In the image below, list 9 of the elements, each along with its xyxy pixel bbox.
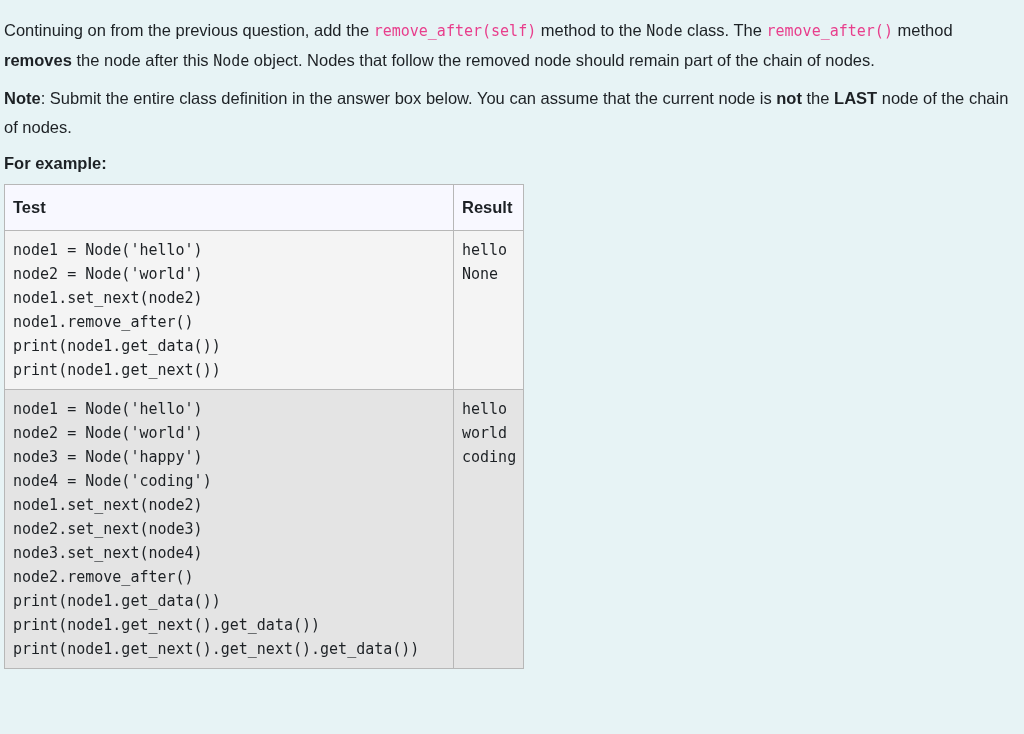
example-heading: For example: — [4, 153, 108, 174]
question-paragraph: Note: Submit the entire class definition in the answer box below. You can assume that the current node is not the LAST node of the chain of nodes. — [4, 88, 1010, 138]
table-cell: hello None — [453, 230, 524, 390]
table-cell: node1 = Node('hello') node2 = Node('world') node1.set_next(node2) node1.remove_after() print(node1.get_data()) print(node1.get_next()) — [4, 230, 454, 390]
column-header: Result — [453, 184, 524, 231]
table-cell: hello world coding — [453, 389, 524, 669]
question-paragraph: Continuing on from the previous question, add the remove_after(self) method to the Node class. The remove_after() method removes the node after this Node object. Nodes that follow the removed node should remain part of the chain of nodes. — [4, 20, 954, 72]
column-header: Test — [4, 184, 454, 231]
table-cell: node1 = Node('hello') node2 = Node('world') node3 = Node('happy') node4 = Node('coding') node1.set_next(node2) node2.set_next(node3) node3.set_next(node4) node2.remove_after() print(node1.get_data()) print(node1.get_next().get_data()) print(node1.get_next().get_next().get_data()) — [4, 389, 454, 669]
